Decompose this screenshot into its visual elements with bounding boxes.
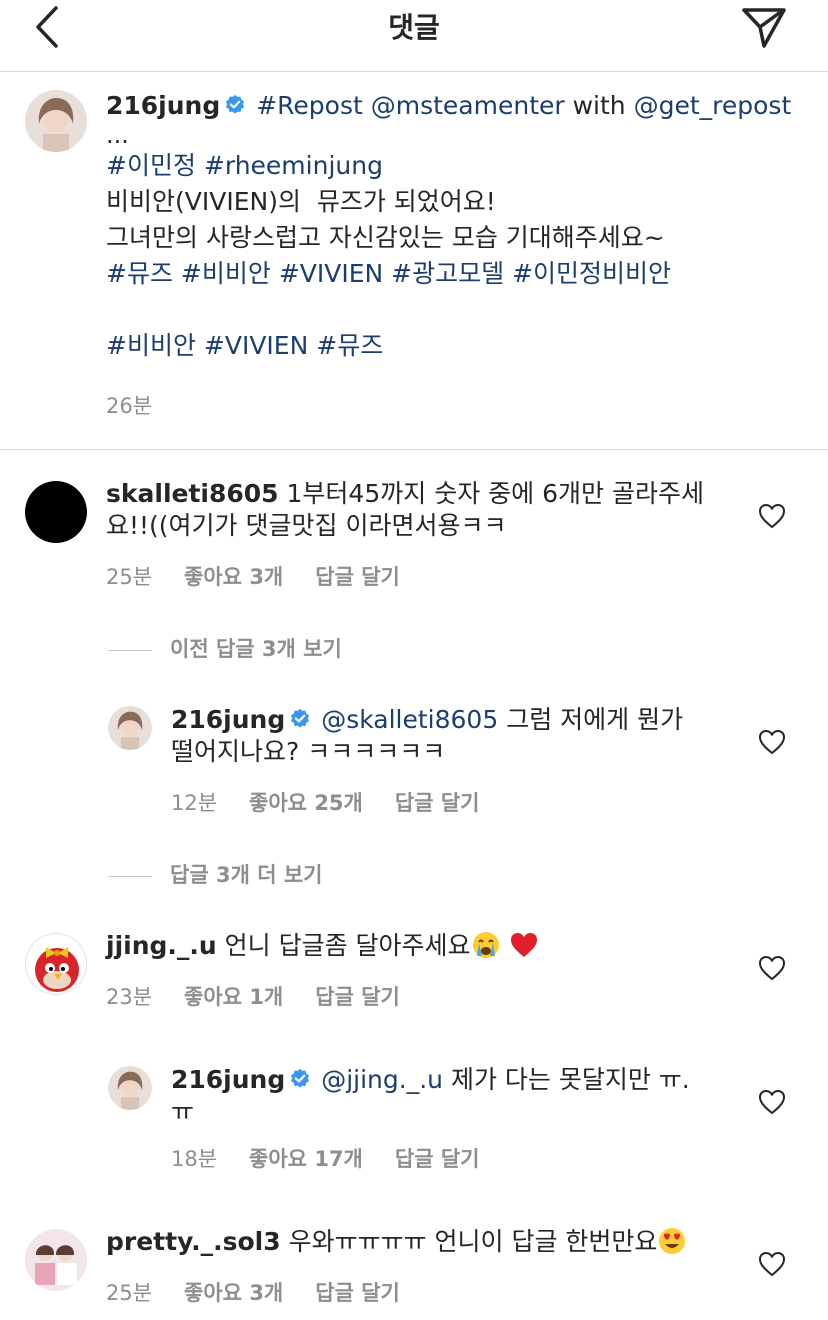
hashtag-link[interactable]: #뮤즈 bbox=[106, 259, 173, 288]
comment-meta: 25분 좋아요 3개 답글 달기 bbox=[106, 561, 432, 591]
comment-time: 23분 bbox=[106, 985, 153, 1009]
angry-bird-avatar-icon bbox=[26, 934, 86, 994]
reply-line bbox=[108, 875, 152, 877]
post-timestamp: 26분 bbox=[106, 394, 153, 418]
heart-outline-icon[interactable] bbox=[758, 1251, 786, 1277]
comment-body: jjing._.u 언니 답글좀 달아주세요 bbox=[106, 930, 726, 962]
caption-text: 그녀만의 사랑스럽고 자신감있는 모습 기대해주세요~ bbox=[106, 223, 665, 252]
reply-time: 18분 bbox=[171, 1147, 218, 1171]
heart-outline-icon[interactable] bbox=[758, 729, 786, 755]
hashtag-link[interactable]: #VIVIEN bbox=[279, 259, 383, 288]
hashtag-link[interactable]: #비비안 bbox=[106, 331, 196, 360]
mention-link[interactable]: @msteamenter bbox=[371, 91, 565, 120]
view-replies-label: 답글 3개 더 보기 bbox=[170, 863, 323, 887]
avatar-photo bbox=[25, 90, 87, 152]
comment-meta: 25분 좋아요 3개 답글 달기 bbox=[106, 1277, 432, 1307]
hashtag-link[interactable]: #Repost bbox=[256, 91, 363, 120]
likes-count[interactable]: 좋아요 3개 bbox=[184, 1281, 283, 1305]
paper-plane-icon bbox=[742, 8, 786, 48]
heart-eyes-emoji-icon bbox=[659, 1228, 686, 1254]
reply-username[interactable]: 216jung bbox=[171, 705, 285, 734]
heart-outline-icon[interactable] bbox=[758, 1089, 786, 1115]
comment-username[interactable]: pretty._.sol3 bbox=[106, 1227, 281, 1256]
reply-button[interactable]: 답글 달기 bbox=[395, 791, 480, 815]
caption-text: 비비안(VIVIEN)의 뮤즈가 되었어요! bbox=[106, 187, 496, 216]
reply-button[interactable]: 답글 달기 bbox=[395, 1147, 480, 1171]
reply-button[interactable]: 답글 달기 bbox=[315, 565, 400, 589]
reply-meta: 18분 좋아요 17개 답글 달기 bbox=[171, 1143, 511, 1173]
post-caption: 216jung #Repost @msteamenter with @get_r… bbox=[106, 88, 806, 364]
hashtag-link[interactable]: #비비안 bbox=[181, 259, 271, 288]
caption-text: with bbox=[572, 91, 626, 120]
heart-outline-icon[interactable] bbox=[758, 955, 786, 981]
commenter-avatar[interactable] bbox=[25, 933, 87, 995]
likes-count[interactable]: 좋아요 1개 bbox=[184, 985, 283, 1009]
divider bbox=[0, 449, 828, 450]
hashtag-link[interactable]: #rheeminjung bbox=[204, 151, 383, 180]
likes-count[interactable]: 좋아요 3개 bbox=[184, 565, 283, 589]
comment-time: 25분 bbox=[106, 565, 153, 589]
hashtag-link[interactable]: #뮤즈 bbox=[316, 331, 383, 360]
comment-body: pretty._.sol3 우와ㅠㅠㅠㅠ 언니이 답글 한번만요 bbox=[106, 1226, 726, 1258]
hashtag-link[interactable]: #광고모델 bbox=[391, 259, 504, 288]
mention-link[interactable]: @jjing._.u bbox=[321, 1065, 443, 1094]
reply-meta: 12분 좋아요 25개 답글 달기 bbox=[171, 787, 511, 817]
page-title: 댓글 bbox=[388, 11, 440, 44]
view-previous-replies[interactable]: 이전 답글 3개 보기 bbox=[108, 633, 342, 663]
hashtag-link[interactable]: #이민정비비안 bbox=[512, 259, 671, 288]
commenter-avatar[interactable] bbox=[25, 481, 87, 543]
post-author-avatar[interactable] bbox=[25, 90, 87, 152]
comment-text: 우와ㅠㅠㅠㅠ 언니이 답글 한번만요 bbox=[288, 1227, 658, 1256]
reply-avatar[interactable] bbox=[108, 706, 152, 750]
comment-text: 언니 답글좀 달아주세요 bbox=[224, 931, 471, 960]
hashtag-link[interactable]: #VIVIEN bbox=[204, 331, 308, 360]
reply-button[interactable]: 답글 달기 bbox=[315, 1281, 400, 1305]
comment-meta: 23분 좋아요 1개 답글 달기 bbox=[106, 981, 432, 1011]
verified-badge-icon bbox=[226, 94, 245, 114]
comment-body: skalleti8605 1부터45까지 숫자 중에 6개만 골라주세요!!((… bbox=[106, 478, 716, 542]
heart-outline-icon[interactable] bbox=[758, 503, 786, 529]
crying-face-emoji-icon bbox=[472, 932, 499, 958]
caption-ellipsis: ... bbox=[106, 121, 129, 149]
avatar-photo bbox=[108, 706, 152, 750]
top-bar: 댓글 bbox=[0, 0, 828, 72]
reply-button[interactable]: 답글 달기 bbox=[315, 985, 400, 1009]
comment-username[interactable]: jjing._.u bbox=[106, 931, 217, 960]
view-more-replies[interactable]: 답글 3개 더 보기 bbox=[108, 859, 322, 889]
mention-link[interactable]: @get_repost bbox=[634, 91, 792, 120]
reply-avatar[interactable] bbox=[108, 1066, 152, 1110]
reply-username[interactable]: 216jung bbox=[171, 1065, 285, 1094]
avatar-photo bbox=[108, 1066, 152, 1110]
avatar-photo bbox=[25, 1229, 87, 1291]
comment-time: 25분 bbox=[106, 1281, 153, 1305]
reply-time: 12분 bbox=[171, 791, 218, 815]
share-button[interactable] bbox=[740, 4, 788, 48]
reply-body: 216jung @skalleti8605 그럼 저에게 뭔가 떨어지나요? ㅋ… bbox=[171, 704, 711, 768]
likes-count[interactable]: 좋아요 25개 bbox=[249, 791, 363, 815]
post-username[interactable]: 216jung bbox=[106, 91, 220, 120]
verified-badge-icon bbox=[291, 1068, 310, 1088]
hashtag-link[interactable]: #이민정 bbox=[106, 151, 196, 180]
verified-badge-icon bbox=[291, 708, 310, 728]
reply-body: 216jung @jjing._.u 제가 다는 못달지만 ㅠ.ㅠ bbox=[171, 1064, 701, 1128]
mention-link[interactable]: @skalleti8605 bbox=[321, 705, 498, 734]
commenter-avatar[interactable] bbox=[25, 1229, 87, 1291]
view-replies-label: 이전 답글 3개 보기 bbox=[170, 637, 342, 661]
comment-username[interactable]: skalleti8605 bbox=[106, 479, 279, 508]
likes-count[interactable]: 좋아요 17개 bbox=[249, 1147, 363, 1171]
red-heart-emoji-icon bbox=[510, 933, 537, 957]
reply-line bbox=[108, 649, 152, 651]
